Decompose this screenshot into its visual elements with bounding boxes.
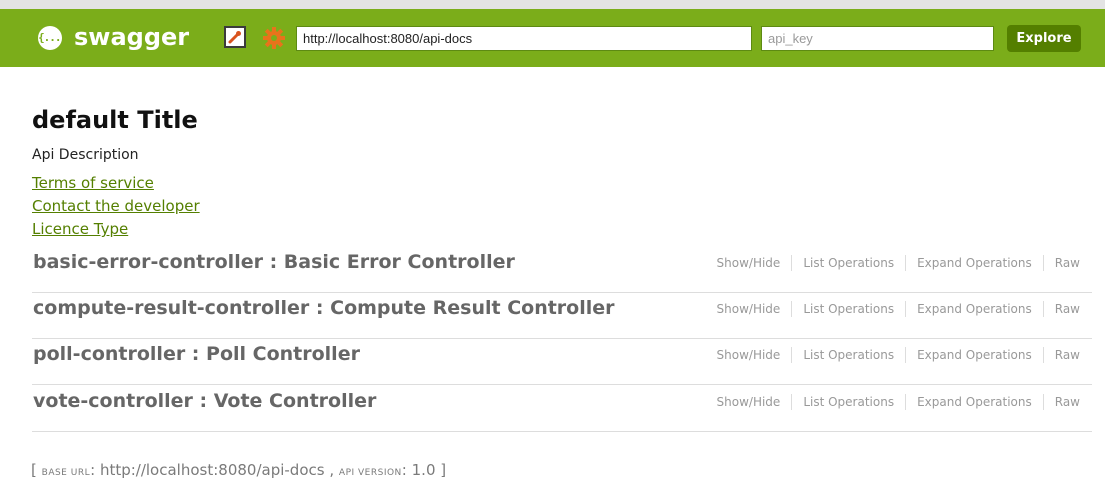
expand-operations-link[interactable]: Expand Operations [917,395,1032,409]
list-operations-link[interactable]: List Operations [803,302,894,316]
raw-link[interactable]: Raw [1055,256,1080,270]
expand-operations-link[interactable]: Expand Operations [917,256,1032,270]
divider [1042,255,1044,271]
api-version-label: api version [338,468,402,478]
divider [905,301,907,317]
licence-link[interactable]: Licence Type [32,220,128,238]
divider [791,255,793,271]
resource-title[interactable]: poll-controller : Poll Controller [33,343,360,365]
edit-icon[interactable] [224,26,246,48]
resource-title[interactable]: basic-error-controller : Basic Error Con… [33,251,515,273]
separator: , [329,461,335,479]
divider [905,394,907,410]
resource-row: poll-controller : Poll Controller Show/H… [32,339,1092,385]
contact-developer-link[interactable]: Contact the developer [32,197,200,215]
api-version-value: 1.0 [411,461,436,479]
resource-operations: Show/Hide List Operations Expand Operati… [717,347,1080,363]
resource-operations: Show/Hide List Operations Expand Operati… [717,255,1080,271]
brand-name[interactable]: swagger [74,20,189,54]
resource-operations: Show/Hide List Operations Expand Operati… [717,394,1080,410]
url-input[interactable] [296,26,752,51]
resource-row: vote-controller : Vote Controller Show/H… [32,386,1092,432]
list-operations-link[interactable]: List Operations [803,348,894,362]
colon: : [90,461,96,479]
logo-icon: {...} [38,26,67,50]
bracket-open: [ [31,461,37,479]
header-bar: {...} swagger Explore [0,9,1105,67]
divider [791,347,793,363]
show-hide-link[interactable]: Show/Hide [717,348,781,362]
api-footer: [ base url: http://localhost:8080/api-do… [31,461,446,479]
explore-button[interactable]: Explore [1007,25,1081,52]
expand-operations-link[interactable]: Expand Operations [917,348,1032,362]
gear-icon[interactable] [262,26,285,49]
divider [1042,301,1044,317]
divider [905,255,907,271]
list-operations-link[interactable]: List Operations [803,395,894,409]
bracket-close: ] [440,461,447,479]
divider [1042,347,1044,363]
show-hide-link[interactable]: Show/Hide [717,256,781,270]
base-url-value: http://localhost:8080/api-docs [99,461,325,479]
show-hide-link[interactable]: Show/Hide [717,302,781,316]
divider [905,347,907,363]
page-title: default Title [32,106,198,134]
raw-link[interactable]: Raw [1055,395,1080,409]
raw-link[interactable]: Raw [1055,348,1080,362]
divider [791,301,793,317]
colon: : [401,461,407,479]
list-operations-link[interactable]: List Operations [803,256,894,270]
divider [1042,394,1044,410]
resource-operations: Show/Hide List Operations Expand Operati… [717,301,1080,317]
resource-title[interactable]: vote-controller : Vote Controller [33,390,376,412]
api-description: Api Description [32,147,139,163]
show-hide-link[interactable]: Show/Hide [717,395,781,409]
terms-of-service-link[interactable]: Terms of service [32,174,154,192]
resource-row: compute-result-controller : Compute Resu… [32,293,1092,339]
resource-row: basic-error-controller : Basic Error Con… [32,247,1092,293]
resource-title[interactable]: compute-result-controller : Compute Resu… [33,297,615,319]
raw-link[interactable]: Raw [1055,302,1080,316]
top-border [0,0,1105,9]
divider [791,394,793,410]
expand-operations-link[interactable]: Expand Operations [917,302,1032,316]
base-url-label: base url [41,468,91,478]
api-key-input[interactable] [761,26,994,51]
